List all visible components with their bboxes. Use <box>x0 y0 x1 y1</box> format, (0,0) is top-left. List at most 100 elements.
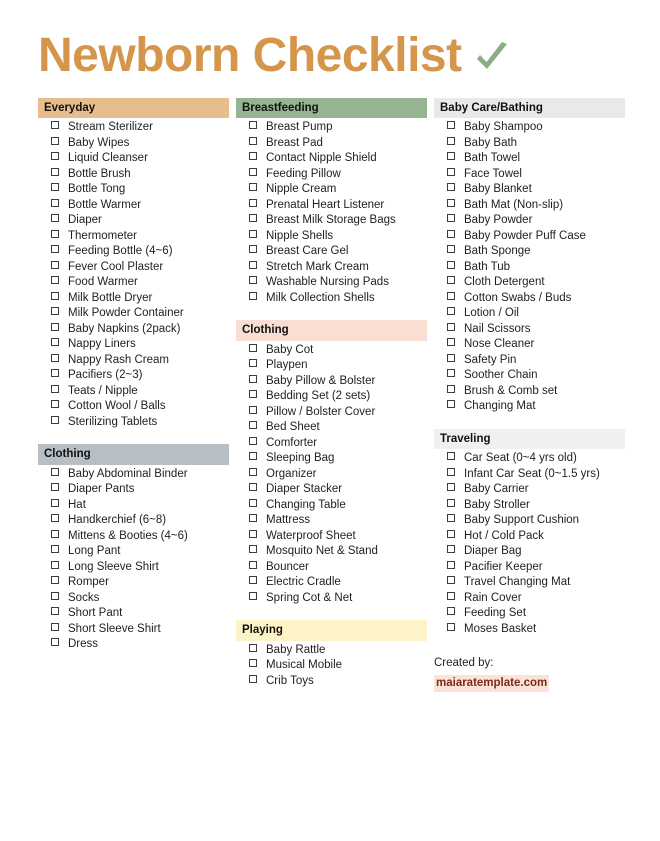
checkbox-icon[interactable] <box>249 152 257 161</box>
checklist-item[interactable]: Feeding Bottle (4~6) <box>38 244 234 260</box>
checkbox-icon[interactable] <box>447 560 455 569</box>
checkbox-icon[interactable] <box>447 498 455 507</box>
checklist-item[interactable]: Breast Pump <box>236 120 432 136</box>
checkbox-icon[interactable] <box>51 591 59 600</box>
checkbox-icon[interactable] <box>447 167 455 176</box>
checklist-item[interactable]: Bath Towel <box>434 151 630 167</box>
checkbox-icon[interactable] <box>447 276 455 285</box>
checklist-item[interactable]: Cotton Swabs / Buds <box>434 291 630 307</box>
checkbox-icon[interactable] <box>249 452 257 461</box>
checkbox-icon[interactable] <box>249 167 257 176</box>
checkbox-icon[interactable] <box>447 136 455 145</box>
checklist-item[interactable]: Milk Powder Container <box>38 306 234 322</box>
checklist-item[interactable]: Rain Cover <box>434 591 630 607</box>
checklist-item[interactable]: Baby Abdominal Binder <box>38 467 234 483</box>
checklist-item[interactable]: Moses Basket <box>434 622 630 638</box>
checklist-item[interactable]: Baby Shampoo <box>434 120 630 136</box>
checklist-item[interactable]: Mattress <box>236 513 432 529</box>
checklist-item[interactable]: Organizer <box>236 467 432 483</box>
checkbox-icon[interactable] <box>249 276 257 285</box>
checkbox-icon[interactable] <box>249 260 257 269</box>
checkbox-icon[interactable] <box>447 400 455 409</box>
checkbox-icon[interactable] <box>51 514 59 523</box>
checkbox-icon[interactable] <box>249 343 257 352</box>
checkbox-icon[interactable] <box>249 514 257 523</box>
checkbox-icon[interactable] <box>447 245 455 254</box>
checklist-item[interactable]: Bouncer <box>236 560 432 576</box>
checklist-item[interactable]: Milk Collection Shells <box>236 291 432 307</box>
checkbox-icon[interactable] <box>447 622 455 631</box>
checkbox-icon[interactable] <box>51 400 59 409</box>
checkbox-icon[interactable] <box>51 498 59 507</box>
checklist-item[interactable]: Fever Cool Plaster <box>38 260 234 276</box>
checklist-item[interactable]: Romper <box>38 575 234 591</box>
checkbox-icon[interactable] <box>249 421 257 430</box>
checklist-item[interactable]: Diaper Bag <box>434 544 630 560</box>
checklist-item[interactable]: Sterilizing Tablets <box>38 415 234 431</box>
checklist-item[interactable]: Diaper Stacker <box>236 482 432 498</box>
checklist-item[interactable]: Breast Pad <box>236 136 432 152</box>
checkbox-icon[interactable] <box>249 359 257 368</box>
checkbox-icon[interactable] <box>249 121 257 130</box>
checkbox-icon[interactable] <box>51 560 59 569</box>
checklist-item[interactable]: Car Seat (0~4 yrs old) <box>434 451 630 467</box>
checklist-item[interactable]: Baby Wipes <box>38 136 234 152</box>
checklist-item[interactable]: Infant Car Seat (0~1.5 yrs) <box>434 467 630 483</box>
checklist-item[interactable]: Socks <box>38 591 234 607</box>
checkbox-icon[interactable] <box>447 322 455 331</box>
checklist-item[interactable]: Brush & Comb set <box>434 384 630 400</box>
checkbox-icon[interactable] <box>51 291 59 300</box>
checklist-item[interactable]: Nappy Rash Cream <box>38 353 234 369</box>
checkbox-icon[interactable] <box>249 436 257 445</box>
checklist-item[interactable]: Spring Cot & Net <box>236 591 432 607</box>
checkbox-icon[interactable] <box>249 467 257 476</box>
checkbox-icon[interactable] <box>447 467 455 476</box>
checklist-item[interactable]: Safety Pin <box>434 353 630 369</box>
checklist-item[interactable]: Stream Sterilizer <box>38 120 234 136</box>
checklist-item[interactable]: Diaper Pants <box>38 482 234 498</box>
checklist-item[interactable]: Baby Rattle <box>236 643 432 659</box>
checkbox-icon[interactable] <box>51 384 59 393</box>
checklist-item[interactable]: Mittens & Booties (4~6) <box>38 529 234 545</box>
checklist-item[interactable]: Electric Cradle <box>236 575 432 591</box>
checklist-item[interactable]: Bottle Tong <box>38 182 234 198</box>
checkbox-icon[interactable] <box>447 545 455 554</box>
checklist-item[interactable]: Travel Changing Mat <box>434 575 630 591</box>
checkbox-icon[interactable] <box>51 136 59 145</box>
checklist-item[interactable]: Thermometer <box>38 229 234 245</box>
checklist-item[interactable]: Breast Milk Storage Bags <box>236 213 432 229</box>
checklist-item[interactable]: Baby Stroller <box>434 498 630 514</box>
checkbox-icon[interactable] <box>447 607 455 616</box>
checklist-item[interactable]: Nose Cleaner <box>434 337 630 353</box>
checklist-item[interactable]: Crib Toys <box>236 674 432 690</box>
checklist-item[interactable]: Bath Mat (Non-slip) <box>434 198 630 214</box>
checklist-item[interactable]: Mosquito Net & Stand <box>236 544 432 560</box>
checkbox-icon[interactable] <box>447 183 455 192</box>
checklist-item[interactable]: Short Pant <box>38 606 234 622</box>
checkbox-icon[interactable] <box>249 545 257 554</box>
checkbox-icon[interactable] <box>249 529 257 538</box>
checkbox-icon[interactable] <box>447 452 455 461</box>
checkbox-icon[interactable] <box>51 545 59 554</box>
checklist-item[interactable]: Playpen <box>236 358 432 374</box>
checkbox-icon[interactable] <box>447 529 455 538</box>
checkbox-icon[interactable] <box>51 467 59 476</box>
checklist-item[interactable]: Changing Mat <box>434 399 630 415</box>
checkbox-icon[interactable] <box>51 245 59 254</box>
checklist-item[interactable]: Contact Nipple Shield <box>236 151 432 167</box>
checkbox-icon[interactable] <box>51 260 59 269</box>
checkbox-icon[interactable] <box>447 338 455 347</box>
checkbox-icon[interactable] <box>447 483 455 492</box>
footer-site-link[interactable]: maiaratemplate.com <box>434 674 550 692</box>
checkbox-icon[interactable] <box>447 514 455 523</box>
checklist-item[interactable]: Sleeping Bag <box>236 451 432 467</box>
checkbox-icon[interactable] <box>51 183 59 192</box>
checkbox-icon[interactable] <box>51 638 59 647</box>
checkbox-icon[interactable] <box>249 498 257 507</box>
checklist-item[interactable]: Hot / Cold Pack <box>434 529 630 545</box>
checkbox-icon[interactable] <box>447 152 455 161</box>
checklist-item[interactable]: Pacifier Keeper <box>434 560 630 576</box>
checkbox-icon[interactable] <box>249 136 257 145</box>
checkbox-icon[interactable] <box>51 198 59 207</box>
checklist-item[interactable]: Soother Chain <box>434 368 630 384</box>
